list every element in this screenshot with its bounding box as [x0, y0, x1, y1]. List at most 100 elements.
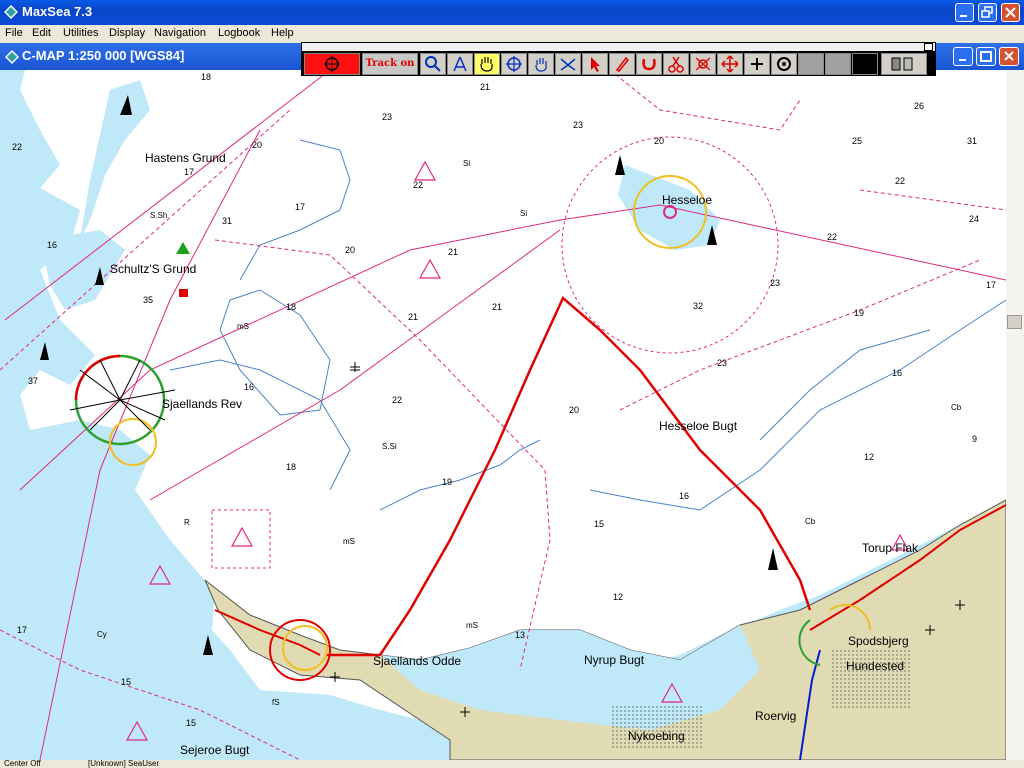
- waypoint-button[interactable]: [690, 53, 716, 75]
- depth-sounding: 37: [28, 376, 38, 386]
- close-button[interactable]: [1001, 3, 1020, 22]
- depth-sounding: 17: [184, 167, 194, 177]
- pointer-button[interactable]: [582, 53, 608, 75]
- compass-button[interactable]: [447, 53, 473, 75]
- grab-button[interactable]: [528, 53, 554, 75]
- toolbar-layers-button[interactable]: [881, 53, 927, 75]
- depth-sounding: 35: [143, 295, 153, 305]
- toolbar-blank-button-2[interactable]: [825, 53, 851, 75]
- toolbar-grip[interactable]: [302, 43, 935, 52]
- waypoint-icon: [695, 57, 711, 71]
- depth-sounding: 16: [244, 382, 254, 392]
- toolbar-color-swatch[interactable]: [852, 53, 878, 75]
- depth-sounding: 21: [492, 302, 502, 312]
- restricted-area-box: [211, 509, 271, 569]
- depth-sounding: 20: [345, 245, 355, 255]
- menu-bar: File Edit Utilities Display Navigation L…: [0, 25, 1024, 43]
- scrollbar-thumb[interactable]: [1007, 315, 1022, 329]
- built-up-area-nykoebing: [612, 705, 702, 750]
- magnet-icon: [642, 58, 656, 71]
- track-on-button[interactable]: Track on: [362, 53, 418, 75]
- depth-sounding: 18: [286, 302, 296, 312]
- pointer-icon: [591, 57, 600, 72]
- magnet-button[interactable]: [636, 53, 662, 75]
- restore-icon: [981, 6, 993, 18]
- label-schultz-grund: Schultz'S Grund: [110, 262, 196, 276]
- red-buoy-icon: [179, 289, 188, 297]
- depth-sounding: 22: [12, 142, 22, 152]
- depth-sounding: 31: [222, 216, 232, 226]
- label-sejeroe-bugt: Sejeroe Bugt: [180, 743, 250, 757]
- status-center[interactable]: Center Off: [4, 759, 41, 768]
- depth-sounding: 17: [986, 280, 996, 290]
- label-sjaellands-odde: Sjaellands Odde: [373, 654, 461, 668]
- zoom-button[interactable]: [420, 53, 446, 75]
- pencil-icon: [615, 56, 630, 72]
- label-hastens-grund: Hastens Grund: [145, 151, 226, 165]
- depth-sounding: 21: [408, 312, 418, 322]
- compass-icon: [453, 56, 467, 72]
- toolbar-blank-button[interactable]: [798, 53, 824, 75]
- plus-button[interactable]: [744, 53, 770, 75]
- label-hesseloe: Hesseloe: [662, 193, 712, 207]
- seabed-label: Si: [463, 159, 470, 168]
- depth-sounding: 21: [480, 82, 490, 92]
- plus-cross-icon: [751, 58, 763, 70]
- menu-display[interactable]: Display: [109, 27, 145, 39]
- toolbar-close-icon[interactable]: [924, 43, 933, 51]
- route-icon: [560, 58, 576, 71]
- pencil-button[interactable]: [609, 53, 635, 75]
- seabed-label: mS: [343, 537, 355, 546]
- grab-icon: [535, 58, 547, 72]
- depth-sounding: 17: [17, 625, 27, 635]
- menu-navigation[interactable]: Navigation: [154, 27, 206, 39]
- zoom-icon: [425, 56, 441, 72]
- window-title: MaxSea 7.3: [22, 4, 93, 19]
- chart-close-button[interactable]: [999, 47, 1019, 66]
- floating-toolbar: Track on: [301, 42, 936, 76]
- target-icon: [777, 57, 791, 71]
- chart-maximize-button[interactable]: [976, 47, 996, 66]
- chart-minimize-button[interactable]: [953, 47, 973, 66]
- restore-button[interactable]: [978, 3, 997, 22]
- maximize-icon: [980, 51, 992, 62]
- depth-sounding: 19: [442, 477, 452, 487]
- menu-edit[interactable]: Edit: [32, 27, 51, 39]
- label-torup-flak: Torup Flak: [862, 541, 919, 555]
- menu-file[interactable]: File: [5, 27, 23, 39]
- shallow-water-northwest: [0, 70, 60, 200]
- close-icon: [1004, 51, 1014, 61]
- menu-help[interactable]: Help: [271, 27, 294, 39]
- minimize-button[interactable]: [955, 3, 974, 22]
- seabed-label: S.Sh: [150, 211, 167, 220]
- scissors-button[interactable]: [663, 53, 689, 75]
- depth-sounding: 15: [121, 677, 131, 687]
- center-button[interactable]: [501, 53, 527, 75]
- vertical-scrollbar[interactable]: [1006, 70, 1024, 760]
- chart-canvas[interactable]: Hastens Grund Schultz'S Grund Sjaellands…: [0, 70, 1006, 760]
- target-button[interactable]: [771, 53, 797, 75]
- label-roervig: Roervig: [755, 709, 796, 723]
- label-sjaellands-rev: Sjaellands Rev: [162, 397, 242, 411]
- depth-sounding: 9: [972, 434, 977, 444]
- menu-logbook[interactable]: Logbook: [218, 27, 260, 39]
- depth-sounding: 24: [969, 214, 979, 224]
- depth-sounding: 15: [594, 519, 604, 529]
- planned-route[interactable]: [325, 295, 812, 657]
- record-button[interactable]: [304, 53, 360, 75]
- move-button[interactable]: [717, 53, 743, 75]
- seabed-label: Cb: [951, 403, 962, 412]
- route-button[interactable]: [555, 53, 581, 75]
- depth-sounding: 22: [895, 176, 905, 186]
- depth-sounding: 18: [201, 72, 211, 82]
- depth-sounding: 32: [693, 301, 703, 311]
- status-bar: Center Off [Unknown] SeaUser: [0, 759, 1024, 768]
- nautical-chart[interactable]: Hastens Grund Schultz'S Grund Sjaellands…: [0, 70, 1006, 760]
- depth-sounding: 12: [864, 452, 874, 462]
- menu-utilities[interactable]: Utilities: [63, 27, 98, 39]
- hand-pan-icon: [480, 57, 493, 72]
- depth-sounding: 22: [392, 395, 402, 405]
- app-logo-icon: [4, 5, 18, 19]
- pan-button[interactable]: [474, 53, 500, 75]
- chart-window-title: C-MAP 1:250 000 [WGS84]: [22, 48, 185, 63]
